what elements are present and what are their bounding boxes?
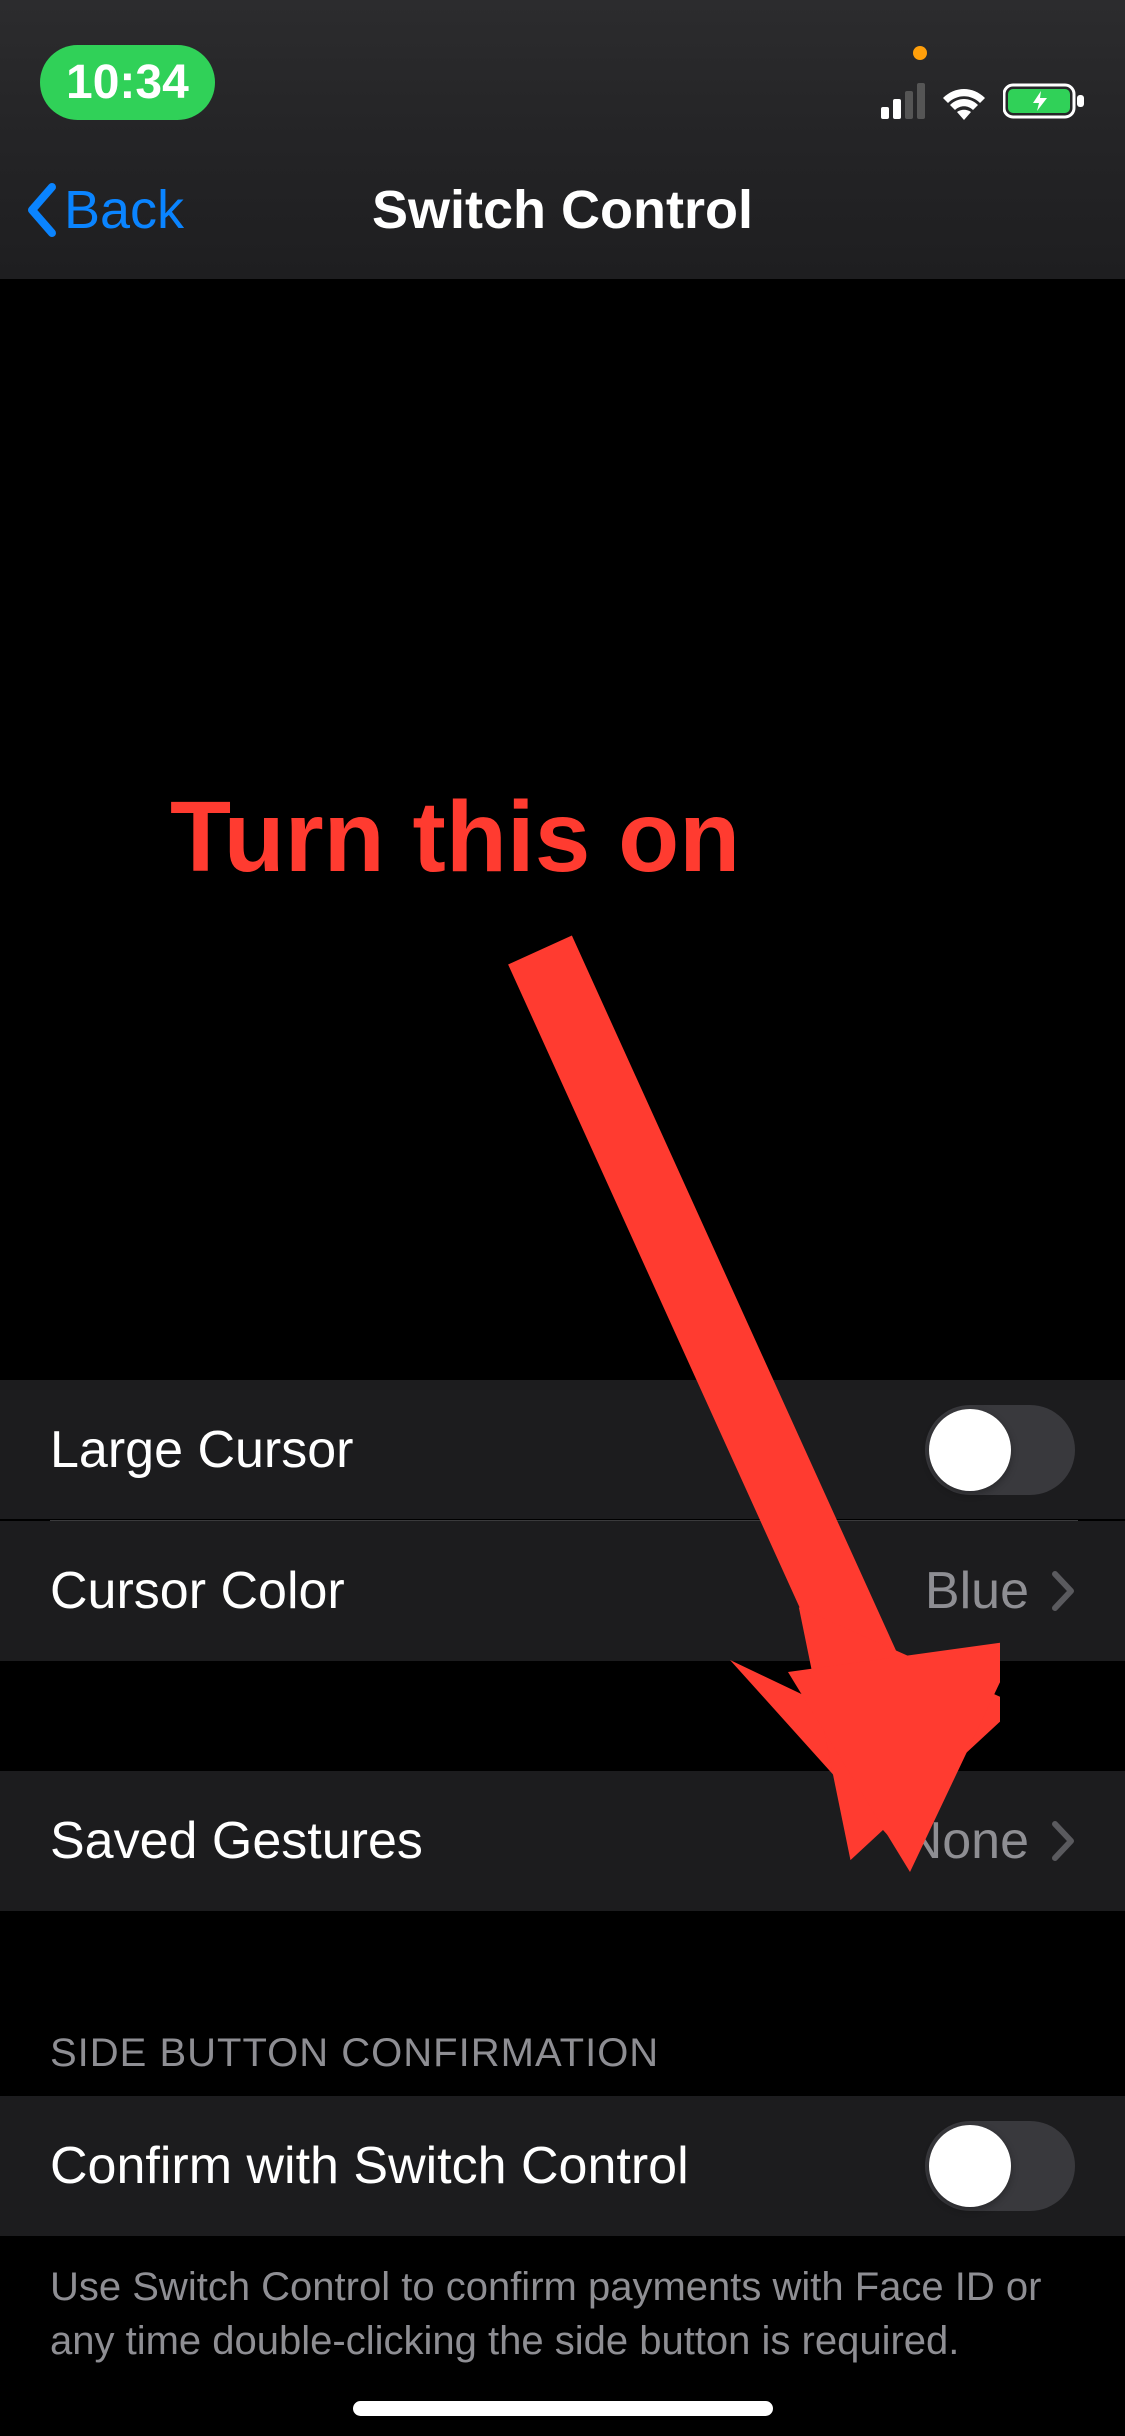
- side-button-confirmation-group: Confirm with Switch Control: [0, 2096, 1125, 2236]
- side-button-confirmation-header: SIDE BUTTON CONFIRMATION: [0, 1971, 1125, 2096]
- status-bar: 10:34: [0, 0, 1125, 140]
- saved-gestures-value: None: [905, 1811, 1029, 1871]
- confirm-switch-control-row[interactable]: Confirm with Switch Control: [0, 2096, 1125, 2236]
- saved-gestures-row[interactable]: Saved Gestures None: [0, 1771, 1125, 1911]
- chevron-right-icon: [1051, 1820, 1075, 1862]
- confirm-switch-control-toggle[interactable]: [925, 2121, 1075, 2211]
- cursor-color-label: Cursor Color: [50, 1561, 345, 1621]
- large-cursor-toggle[interactable]: [925, 1405, 1075, 1495]
- saved-gestures-group: Saved Gestures None: [0, 1771, 1125, 1911]
- large-cursor-row[interactable]: Large Cursor: [0, 1380, 1125, 1520]
- confirm-switch-control-label: Confirm with Switch Control: [50, 2136, 689, 2196]
- annotation-text: Turn this on: [170, 780, 740, 895]
- back-button[interactable]: Back: [24, 179, 184, 241]
- navigation-bar: Back Switch Control: [0, 140, 1125, 280]
- chevron-left-icon: [24, 181, 58, 239]
- cursor-color-row[interactable]: Cursor Color Blue: [0, 1521, 1125, 1661]
- home-indicator[interactable]: [353, 2401, 773, 2416]
- confirm-switch-control-footer: Use Switch Control to confirm payments w…: [0, 2236, 1125, 2408]
- back-label: Back: [64, 179, 184, 241]
- battery-charging-icon: [1003, 82, 1085, 120]
- wifi-icon: [939, 82, 989, 120]
- toggle-knob: [929, 1409, 1011, 1491]
- cellular-signal-icon: [881, 83, 925, 119]
- toggle-knob: [929, 2125, 1011, 2207]
- page-title: Switch Control: [30, 179, 1095, 241]
- large-cursor-label: Large Cursor: [50, 1420, 353, 1480]
- cursor-appearance-group: Large Cursor Cursor Color Blue: [0, 1380, 1125, 1661]
- chevron-right-icon: [1051, 1570, 1075, 1612]
- saved-gestures-label: Saved Gestures: [50, 1811, 423, 1871]
- cursor-color-value: Blue: [925, 1561, 1029, 1621]
- microphone-indicator-dot: [913, 46, 927, 60]
- status-time: 10:34: [40, 45, 215, 120]
